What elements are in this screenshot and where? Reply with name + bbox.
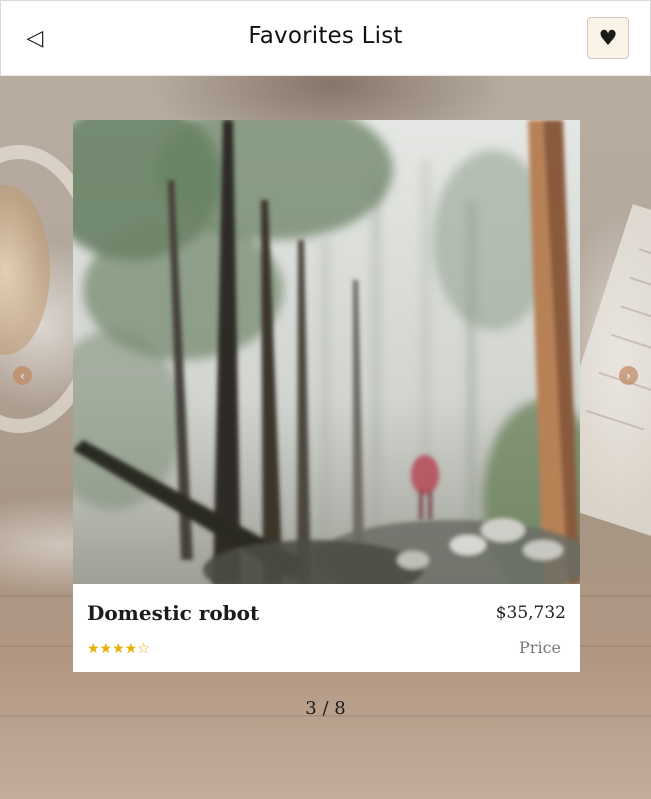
product-info: Domestic robot $35,732 ★★★★☆ Price	[73, 584, 580, 672]
app-root: ◁ Favorites List ♥ ‹ › Domestic robot $3…	[0, 0, 651, 799]
product-name: Domestic robot	[87, 601, 260, 625]
product-image	[73, 120, 580, 584]
forest-illustration	[73, 120, 580, 584]
product-card[interactable]: Domestic robot $35,732 ★★★★☆ Price	[73, 120, 580, 672]
top-bar: ◁ Favorites List ♥	[0, 0, 651, 76]
favorites-button[interactable]: ♥	[587, 17, 629, 59]
heart-icon: ♥	[598, 26, 618, 50]
product-price: $35,732	[495, 603, 566, 623]
carousel-prev-button[interactable]: ‹	[13, 366, 32, 385]
chevron-left-icon: ‹	[20, 368, 25, 383]
star-rating: ★★★★☆	[87, 641, 150, 657]
price-label: Price	[519, 638, 561, 657]
chevron-right-icon: ›	[626, 368, 631, 383]
page-title: Favorites List	[248, 23, 403, 49]
carousel-next-button[interactable]: ›	[619, 366, 638, 385]
carousel-pager: 3 / 8	[305, 698, 346, 719]
